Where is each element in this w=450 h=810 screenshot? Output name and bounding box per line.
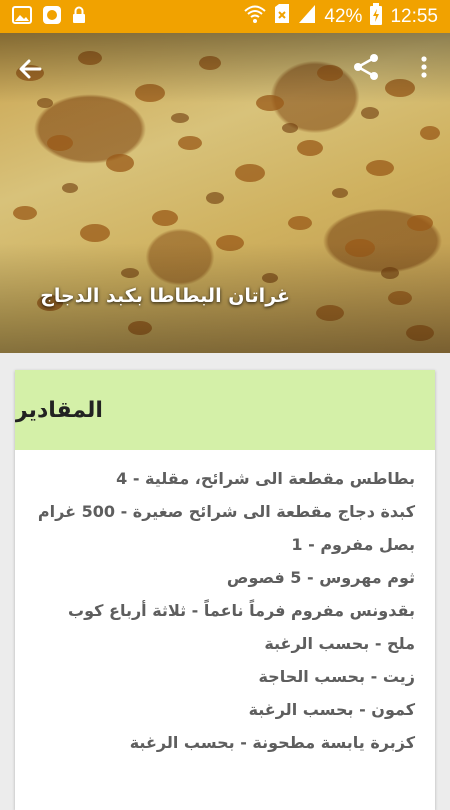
ingredients-heading: المقادير [15, 397, 103, 423]
back-arrow-icon[interactable] [14, 53, 46, 85]
ingredient-item: ثوم مهروس - 5 فصوص [226, 568, 415, 587]
ingredient-item: زيت - بحسب الحاجة [258, 667, 415, 686]
app-icon [42, 5, 62, 29]
battery-charging-icon [370, 3, 383, 30]
sim-icon [274, 4, 290, 29]
ingredient-item: بصل مفروم - 1 [291, 535, 415, 554]
ingredient-item: كزبرة يابسة مطحونة - بحسب الرغبة [129, 733, 415, 752]
recipe-title: غراتان البطاطا بكبد الدجاج [40, 285, 290, 307]
ingredients-card: المقادير بطاطس مقطعة الى شرائح، مقلية - … [15, 370, 435, 810]
status-bar: 42% 12:55 [0, 0, 450, 33]
ingredients-list: بطاطس مقطعة الى شرائح، مقلية - 4 كبدة دج… [15, 450, 435, 759]
ingredient-item: كبدة دجاج مقطعة الى شرائح صغيرة - 500 غر… [37, 502, 415, 521]
battery-percent: 42% [324, 5, 363, 27]
ingredients-header: المقادير [15, 370, 435, 450]
lock-icon [72, 6, 86, 28]
more-vert-icon[interactable] [412, 51, 436, 83]
signal-icon [298, 4, 316, 29]
wifi-icon [244, 4, 267, 29]
ingredient-item: كمون - بحسب الرغبة [248, 700, 415, 719]
image-icon [12, 5, 32, 28]
ingredient-item: بطاطس مقطعة الى شرائح، مقلية - 4 [116, 469, 415, 488]
ingredient-item: بقدونس مفروم فرماً ناعماً - ثلاثة أرباع … [68, 601, 415, 620]
share-icon[interactable] [350, 51, 382, 83]
clock: 12:55 [390, 5, 438, 27]
ingredient-item: ملح - بحسب الرغبة [264, 634, 415, 653]
recipe-hero-image: غراتان البطاطا بكبد الدجاج [0, 33, 450, 353]
